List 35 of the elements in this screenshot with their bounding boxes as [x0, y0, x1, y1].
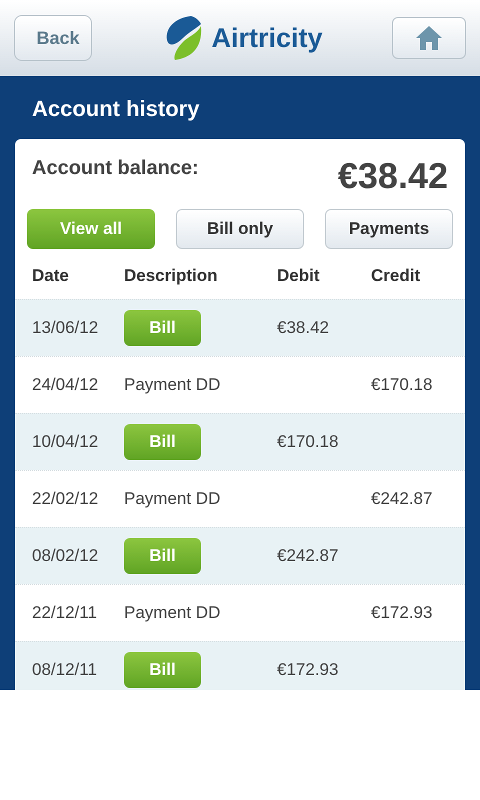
- column-header: Date: [32, 265, 70, 288]
- filter-tab[interactable]: View all: [27, 209, 155, 249]
- date-cell-text: 08/12/11: [32, 659, 98, 682]
- bill-badge[interactable]: Bill: [124, 310, 201, 346]
- description-cell: Payment DD: [124, 489, 220, 508]
- credit-cell: €172.93: [371, 603, 432, 622]
- date-cell-text: 13/06/12: [32, 317, 100, 340]
- bill-badge[interactable]: Bill: [124, 424, 201, 460]
- logo-text: Airtricity: [211, 22, 323, 55]
- home-icon: [414, 25, 443, 51]
- debit-cell: €242.87: [277, 546, 338, 565]
- credit-cell: €242.87: [371, 489, 432, 508]
- filter-tab[interactable]: Payments: [325, 209, 453, 249]
- date-cell-text: 22/02/12: [32, 488, 100, 510]
- column-header: Credit: [371, 265, 422, 288]
- page-title: Account history: [32, 95, 200, 123]
- column-header: Debit: [277, 265, 320, 288]
- description-cell: Payment DD: [124, 375, 220, 394]
- home-button[interactable]: [392, 17, 466, 59]
- balance-label: Account balance:: [32, 156, 199, 181]
- date-cell-text: 08/02/12: [32, 545, 100, 568]
- date-cell-text: 10/04/12: [32, 431, 100, 454]
- debit-cell: €172.93: [277, 660, 338, 679]
- bill-badge[interactable]: Bill: [124, 538, 201, 574]
- bill-badge[interactable]: Bill: [124, 652, 201, 688]
- balance-amount: €38.42: [338, 154, 448, 198]
- debit-cell: €38.42: [277, 318, 329, 337]
- column-header: Description: [124, 265, 219, 288]
- back-button[interactable]: Back: [14, 15, 92, 61]
- description-cell: Payment DD: [124, 603, 220, 622]
- date-cell-text: 24/04/12: [32, 374, 100, 396]
- date-cell-text: 22/12/11: [32, 602, 98, 624]
- debit-cell: €170.18: [277, 432, 338, 451]
- filter-tab[interactable]: Bill only: [176, 209, 304, 249]
- credit-cell: €170.18: [371, 375, 432, 394]
